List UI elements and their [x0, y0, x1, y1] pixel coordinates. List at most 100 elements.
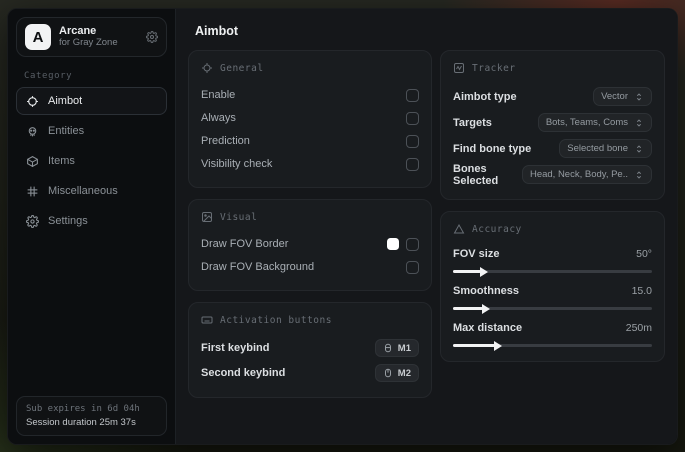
sidebar-item-label: Entities [48, 125, 85, 137]
sidebar-item-entities[interactable]: Entities [16, 117, 167, 145]
setting-label: Enable [201, 89, 236, 101]
image-icon [201, 211, 213, 223]
find-bone-type-select[interactable]: Selected bone [559, 139, 652, 158]
category-label: Category [24, 71, 73, 81]
setting-label: Aimbot type [453, 90, 517, 103]
card-title: Accuracy [472, 223, 522, 235]
brand-card: A Arcane for Gray Zone [16, 17, 167, 57]
brand-logo: A [25, 24, 51, 50]
slider-thumb[interactable] [481, 303, 490, 314]
card-title: General [220, 62, 264, 74]
setting-row: Targets Bots, Teams, Coms [453, 110, 652, 135]
card-title: Tracker [472, 62, 516, 74]
triangle-icon [453, 223, 465, 235]
setting-label: Max distance [453, 322, 523, 334]
keybind-value: M1 [397, 342, 411, 354]
tracker-card: Tracker Aimbot type Vector Targets Bots,… [440, 50, 665, 200]
aimbot-type-select[interactable]: Vector [593, 87, 652, 106]
bones-selected-select[interactable]: Head, Neck, Body, Pe.. [521, 165, 652, 184]
sidebar-item-label: Miscellaneous [48, 185, 118, 197]
selected-value: Head, Neck, Body, Pe.. [529, 169, 628, 180]
setting-label: Targets [453, 116, 492, 129]
brand-subtitle: for Gray Zone [59, 36, 118, 48]
chevrons-up-down-icon [634, 118, 644, 128]
slider-fill [453, 303, 490, 314]
second-keybind-button[interactable]: M2 [374, 364, 419, 382]
setting-row: Find bone type Selected bone [453, 136, 652, 161]
box-icon [26, 155, 39, 168]
always-checkbox[interactable] [406, 111, 419, 125]
slider-value: 50° [636, 248, 652, 260]
chevrons-up-down-icon [634, 170, 644, 180]
crosshair-icon [26, 95, 39, 108]
setting-label: Second keybind [201, 367, 286, 379]
activation-buttons-card: Activation buttons First keybind M1 Seco… [188, 302, 432, 398]
setting-label: Always [201, 112, 236, 124]
fov-size-slider[interactable] [453, 266, 652, 277]
activity-icon [453, 62, 465, 74]
right-column: Tracker Aimbot type Vector Targets Bots,… [440, 50, 665, 398]
setting-label: First keybind [201, 342, 270, 354]
prediction-checkbox[interactable] [406, 134, 419, 148]
setting-label: FOV size [453, 248, 500, 260]
setting-row: Enable [201, 84, 419, 106]
chevrons-up-down-icon [634, 92, 644, 102]
gear-icon[interactable] [146, 31, 158, 43]
misc-icon [26, 185, 39, 198]
setting-row: Draw FOV Background [201, 256, 419, 278]
setting-row: Second keybind M2 [201, 361, 419, 385]
slider-thumb[interactable] [479, 266, 488, 277]
max-distance-slider[interactable] [453, 340, 652, 351]
smoothness-setting: Smoothness 15.0 [453, 282, 652, 314]
setting-label: Draw FOV Background [201, 261, 315, 273]
slider-thumb[interactable] [493, 340, 502, 351]
slider-value: 15.0 [631, 285, 652, 297]
sidebar-item-label: Aimbot [48, 95, 83, 107]
draw-fov-background-checkbox[interactable] [406, 260, 419, 274]
keyboard-icon [201, 314, 213, 326]
sub-expires-text: Sub expires in 6d 04h [26, 404, 140, 414]
arcane-menu-window: A Arcane for Gray Zone Category Aimbot E… [7, 8, 678, 445]
fov-border-color-swatch[interactable] [387, 238, 399, 250]
setting-label: Prediction [201, 135, 250, 147]
sidebar-item-miscellaneous[interactable]: Miscellaneous [16, 177, 167, 205]
sidebar-item-items[interactable]: Items [16, 147, 167, 175]
card-title: Activation buttons [220, 314, 332, 326]
setting-label: Smoothness [453, 285, 520, 297]
subscription-info-card: Sub expires in 6d 04h Session duration 2… [16, 396, 167, 436]
page-title: Aimbot [195, 24, 239, 38]
setting-label: Find bone type [453, 142, 532, 155]
setting-row: Always [201, 107, 419, 129]
setting-row: Visibility check [201, 153, 419, 175]
general-card: General Enable Always Prediction Visibil… [188, 50, 432, 188]
setting-row: Aimbot type Vector [453, 84, 652, 109]
first-keybind-button[interactable]: M1 [374, 339, 419, 357]
chevrons-up-down-icon [634, 144, 644, 154]
draw-fov-border-checkbox[interactable] [406, 237, 419, 251]
mouse-icon [383, 368, 393, 378]
main-content: Aimbot General Enable Always Prediction … [176, 9, 677, 444]
setting-label: Draw FOV Border [201, 238, 289, 250]
sidebar-item-settings[interactable]: Settings [16, 207, 167, 235]
visibility-check-checkbox[interactable] [406, 157, 419, 171]
targets-select[interactable]: Bots, Teams, Coms [537, 113, 652, 132]
selected-value: Vector [601, 91, 628, 102]
gear-icon [26, 214, 39, 228]
keybind-value: M2 [397, 367, 411, 379]
setting-row: Prediction [201, 130, 419, 152]
fov-size-setting: FOV size 50° [453, 245, 652, 277]
enable-checkbox[interactable] [406, 88, 419, 102]
brand-text: Arcane for Gray Zone [59, 25, 138, 49]
sidebar: A Arcane for Gray Zone Category Aimbot E… [8, 9, 176, 444]
entities-icon [26, 125, 39, 138]
brand-title: Arcane [59, 25, 97, 38]
sidebar-item-label: Items [48, 155, 75, 167]
selected-value: Selected bone [567, 143, 628, 154]
slider-fill [453, 340, 502, 351]
smoothness-slider[interactable] [453, 303, 652, 314]
setting-row: Draw FOV Border [201, 233, 419, 255]
session-duration-text: Session duration 25m 37s [26, 417, 136, 428]
sidebar-item-aimbot[interactable]: Aimbot [16, 87, 167, 115]
setting-label: Visibility check [201, 158, 273, 170]
accuracy-card: Accuracy FOV size 50° Smoothness 15.0 Ma… [440, 211, 665, 362]
